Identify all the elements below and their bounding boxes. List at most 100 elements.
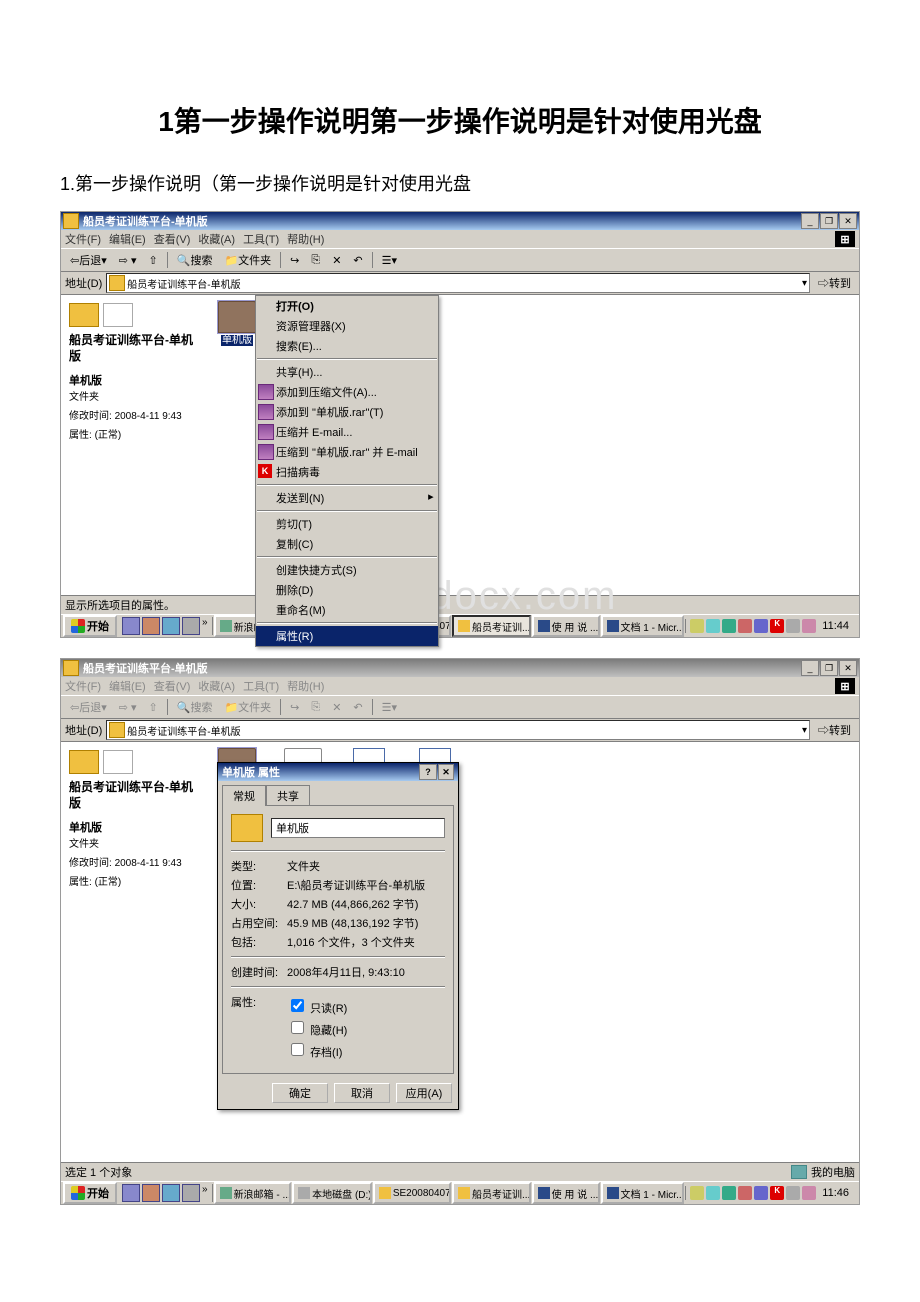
folders-button[interactable]: 📁文件夹 [219,250,276,270]
go-button[interactable]: ⇨转到 [814,275,855,291]
quicklaunch-icon[interactable] [122,1184,140,1202]
taskbar-item[interactable]: 船员考证训... [452,615,531,637]
prop-created: 2008年4月11日, 9:43:10 [287,964,445,980]
menu-properties[interactable]: 属性(R) [256,626,438,646]
undo-button: ↶ [348,697,367,717]
taskbar-item[interactable]: 文档 1 - Micr... [601,1182,685,1204]
taskbar-item[interactable]: 船员考证训... [452,1182,531,1204]
menu-explorer[interactable]: 资源管理器(X) [256,316,438,336]
archive-checkbox[interactable]: 存档(I) [287,1040,445,1060]
taskbar-item[interactable]: 文档 1 - Micr... [601,615,685,637]
taskbar-item[interactable]: 使 用 说 ... [532,1182,600,1204]
tray-icon[interactable] [786,619,800,633]
tray-icon[interactable] [706,619,720,633]
views-button[interactable]: ☰▾ [377,250,402,270]
hidden-checkbox[interactable]: 隐藏(H) [287,1018,445,1038]
forward-button[interactable]: ⇨ ▾ [114,250,142,270]
tray-icon[interactable] [690,619,704,633]
address-label: 地址(D) [65,722,102,738]
ok-button[interactable]: 确定 [272,1083,328,1103]
up-button[interactable]: ⇧ [144,250,163,270]
tray-icon[interactable] [754,619,768,633]
close-button[interactable]: ✕ [438,764,454,780]
address-field[interactable]: 船员考证训练平台-单机版 ▾ [106,273,810,293]
readonly-checkbox[interactable]: 只读(R) [287,996,445,1016]
menu-favorites: 收藏(A) [198,678,235,694]
menu-view: 查看(V) [154,678,191,694]
quicklaunch-icon[interactable] [142,617,160,635]
move-to-button[interactable]: ↪ [285,250,304,270]
name-field[interactable]: 单机版 [271,818,445,838]
menu-edit: 编辑(E) [109,678,146,694]
minimize-button[interactable]: _ [801,213,819,229]
quicklaunch-icon[interactable] [162,617,180,635]
undo-button[interactable]: ↶ [348,250,367,270]
tray-icon[interactable] [722,1186,736,1200]
tray-icon[interactable] [754,1186,768,1200]
tray-icon[interactable]: K [770,619,784,633]
taskbar-item[interactable]: 本地磁盘 (D:) [292,1182,372,1204]
prop-disk: 45.9 MB (48,136,192 字节) [287,915,445,931]
menu-email-rar[interactable]: 压缩到 "单机版.rar" 并 E-mail [256,442,438,462]
menu-help[interactable]: 帮助(H) [287,231,324,247]
menu-delete[interactable]: 删除(D) [256,580,438,600]
menu-add-compress[interactable]: 添加到压缩文件(A)... [256,382,438,402]
quicklaunch-icon[interactable] [182,617,200,635]
quicklaunch-icon[interactable] [162,1184,180,1202]
folder-icon [109,275,125,291]
copy-to-button[interactable]: ⎘ [306,250,325,270]
help-button[interactable]: ? [419,764,437,780]
menu-open[interactable]: 打开(O) [256,296,438,316]
menu-search[interactable]: 搜索(E)... [256,336,438,356]
menu-file[interactable]: 文件(F) [65,231,101,247]
maximize-button[interactable]: ❐ [820,213,838,229]
tray-icon[interactable] [722,619,736,633]
window-title: 船员考证训练平台-单机版 [83,213,801,229]
menu-tools[interactable]: 工具(T) [243,231,279,247]
menu-add-rar[interactable]: 添加到 "单机版.rar"(T) [256,402,438,422]
tray-icon[interactable] [786,1186,800,1200]
tray-icon[interactable]: K [770,1186,784,1200]
menu-cut[interactable]: 剪切(T) [256,514,438,534]
tray-icon[interactable] [706,1186,720,1200]
menu-sendto[interactable]: 发送到(N)▸ [256,488,438,508]
dialog-title: 单机版 属性 [222,764,419,780]
menu-view[interactable]: 查看(V) [154,231,191,247]
start-button[interactable]: 开始 [63,1182,117,1204]
minimize-button[interactable]: _ [801,660,819,676]
close-button[interactable]: ✕ [839,660,857,676]
back-button[interactable]: ⇦ 后退 ▾ [65,250,112,270]
quicklaunch-icon[interactable] [142,1184,160,1202]
taskbar-item[interactable]: 使 用 说 ... [532,615,600,637]
menu-rename[interactable]: 重命名(M) [256,600,438,620]
panel-title: 船员考证训练平台-单机版 [69,333,199,364]
menu-scan-virus[interactable]: K扫描病毒 [256,462,438,482]
tray-icon[interactable] [802,619,816,633]
delete-button[interactable]: ✕ [327,250,346,270]
taskbar-item[interactable]: SE20080407 [373,1182,451,1204]
close-button[interactable]: ✕ [839,213,857,229]
tab-general[interactable]: 常规 [222,785,266,806]
tab-share[interactable]: 共享 [266,785,310,806]
tray-icon[interactable] [738,1186,752,1200]
folder-item[interactable]: 单机版 [213,301,261,346]
menu-share[interactable]: 共享(H)... [256,362,438,382]
window-title: 船员考证训练平台-单机版 [83,660,801,676]
apply-button[interactable]: 应用(A) [396,1083,452,1103]
menu-edit[interactable]: 编辑(E) [109,231,146,247]
menu-copy[interactable]: 复制(C) [256,534,438,554]
tray-icon[interactable] [802,1186,816,1200]
start-button[interactable]: 开始 [63,615,117,637]
tray-icon[interactable] [690,1186,704,1200]
quicklaunch-icon[interactable] [122,617,140,635]
menu-shortcut[interactable]: 创建快捷方式(S) [256,560,438,580]
taskbar-item[interactable]: 新浪邮箱 - ... [214,1182,292,1204]
search-button[interactable]: 🔍搜索 [172,250,218,270]
menu-email-comp[interactable]: 压缩并 E-mail... [256,422,438,442]
cancel-button[interactable]: 取消 [334,1083,390,1103]
tray-icon[interactable] [738,619,752,633]
maximize-button[interactable]: ❐ [820,660,838,676]
forward-button: ⇨ ▾ [114,697,142,717]
quicklaunch-icon[interactable] [182,1184,200,1202]
menu-favorites[interactable]: 收藏(A) [198,231,235,247]
